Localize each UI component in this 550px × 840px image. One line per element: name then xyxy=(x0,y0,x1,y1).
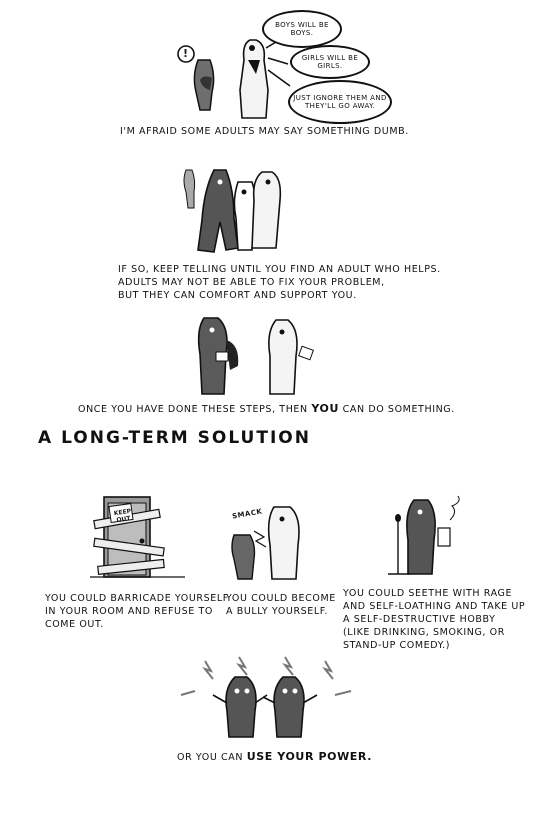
seethe-caption-line-5: STAND-UP COMEDY.) xyxy=(343,640,451,651)
panel1-caption: I'M AFRAID SOME ADULTS MAY SAY SOMETHING… xyxy=(120,126,409,137)
barricade-caption-line-1: YOU COULD BARRICADE YOURSELF xyxy=(45,593,229,604)
final-caption: OR YOU CAN USE YOUR POWER. xyxy=(177,750,372,764)
panel3-caption-after: CAN DO SOMETHING. xyxy=(339,404,455,415)
bully-illustration xyxy=(231,506,300,580)
barricade-caption-line-3: COME OUT. xyxy=(45,619,104,630)
panel3-caption: ONCE YOU HAVE DONE THESE STEPS, THEN YOU… xyxy=(78,402,455,416)
final-caption-emphasis: USE YOUR POWER. xyxy=(246,750,372,763)
standup-comedy-illustration xyxy=(388,495,460,575)
bully-caption-line-2: A BULLY YOURSELF. xyxy=(226,606,328,617)
panel3-caption-before: ONCE YOU HAVE DONE THESE STEPS, THEN xyxy=(78,404,312,415)
seethe-caption-line-1: YOU COULD SEETHE WITH RAGE xyxy=(343,588,513,599)
seethe-caption-line-3: A SELF-DESTRUCTIVE HOBBY xyxy=(343,614,496,625)
panel2-illustration xyxy=(183,169,282,253)
seethe-caption-line-2: AND SELF-LOATHING AND TAKE UP xyxy=(343,601,526,612)
speech-bubble-girls: GIRLS WILL BE GIRLS. xyxy=(290,45,370,79)
power-illustration xyxy=(180,656,352,738)
panel3-illustration xyxy=(197,317,314,395)
bully-caption-line-1: YOU COULD BECOME xyxy=(226,593,336,604)
panel1-illustration xyxy=(177,39,291,119)
barricade-caption-line-2: IN YOUR ROOM AND REFUSE TO xyxy=(45,606,213,617)
panel2-caption-line-2: ADULTS MAY NOT BE ABLE TO FIX YOUR PROBL… xyxy=(118,277,385,288)
panel2-caption-line-3: BUT THEY CAN COMFORT AND SUPPORT YOU. xyxy=(118,290,357,301)
final-caption-before: OR YOU CAN xyxy=(177,752,247,763)
section-heading: A LONG-TERM SOLUTION xyxy=(38,428,311,448)
seethe-caption-line-4: (LIKE DRINKING, SMOKING, OR xyxy=(343,627,505,638)
panel3-caption-emphasis: YOU xyxy=(311,402,340,415)
speech-bubble-ignore: JUST IGNORE THEM AND THEY'LL GO AWAY. xyxy=(288,80,392,124)
barricaded-door-illustration xyxy=(90,496,185,578)
panel2-caption-line-1: IF SO, KEEP TELLING UNTIL YOU FIND AN AD… xyxy=(118,264,441,275)
exclamation-mark: ! xyxy=(183,47,189,60)
